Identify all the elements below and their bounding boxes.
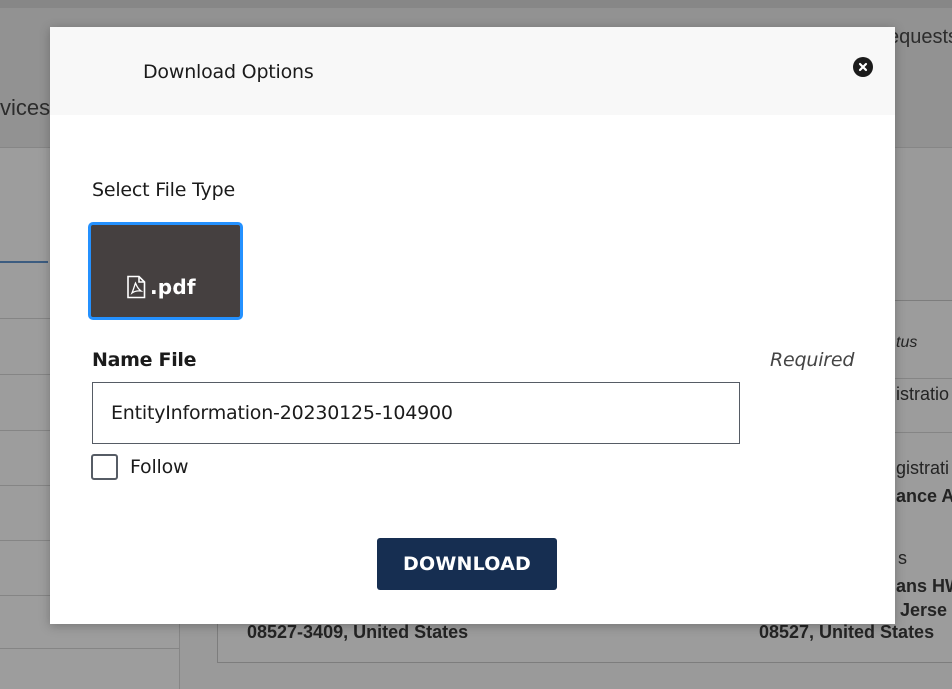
background-address-left: 08527-3409, United States <box>247 622 469 642</box>
background-text: s <box>898 548 907 568</box>
background-address-right: 08527, United States <box>759 622 935 642</box>
background-nav-requests: equests <box>888 26 952 48</box>
name-file-label: Name File <box>92 349 197 371</box>
background-text: istratio <box>896 384 950 404</box>
background-text: gistrati <box>896 458 950 478</box>
pdf-file-icon <box>127 275 146 299</box>
sidebar-divider <box>0 648 180 649</box>
dialog-title: Download Options <box>143 61 314 83</box>
file-type-pdf-option[interactable]: .pdf <box>88 222 243 320</box>
follow-label: Follow <box>130 456 189 478</box>
background-top-bar <box>0 0 952 8</box>
background-divider <box>895 432 952 433</box>
background-nav-services: vices <box>0 95 51 120</box>
sidebar-active-indicator <box>0 261 48 263</box>
download-button[interactable]: DOWNLOAD <box>377 538 557 590</box>
background-status-header: tus <box>896 334 918 351</box>
close-button[interactable] <box>853 57 873 77</box>
background-text: ans HW <box>896 576 952 596</box>
download-options-dialog: Download Options Select File Type .pdf N… <box>50 27 895 624</box>
follow-checkbox[interactable] <box>91 454 118 480</box>
background-divider <box>895 378 952 379</box>
file-type-pdf-content: .pdf <box>125 275 196 299</box>
dialog-header: Download Options <box>50 27 895 115</box>
background-text: ance A <box>896 486 952 506</box>
required-indicator: Required <box>770 349 855 371</box>
name-file-input[interactable] <box>92 382 740 444</box>
file-type-pdf-label: .pdf <box>150 275 196 299</box>
follow-checkbox-row[interactable]: Follow <box>91 454 189 480</box>
background-text: Jerse <box>900 600 948 620</box>
file-type-label: Select File Type <box>92 179 235 201</box>
close-icon <box>858 62 868 72</box>
